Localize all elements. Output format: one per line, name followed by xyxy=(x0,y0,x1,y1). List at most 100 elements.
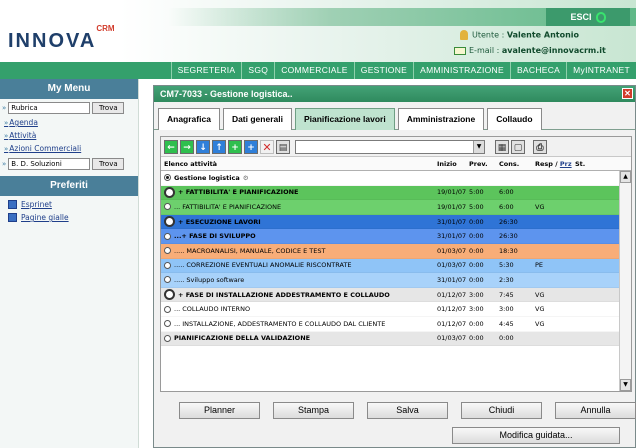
table-row[interactable]: ..... Sviluppo software 31/01/07 0:00 2:30 xyxy=(161,273,619,288)
table-row[interactable]: ... FATTIBILITA' E PIANIFICAZIONE 19/01/0… xyxy=(161,200,619,215)
row-inizio: 19/01/07 xyxy=(437,202,467,211)
radio-icon[interactable] xyxy=(164,247,171,255)
favorite-icon xyxy=(8,200,17,209)
radio-icon[interactable] xyxy=(164,232,171,240)
table-row[interactable]: ...+ FASE DI SVILUPPO 31/01/07 0:00 26:30 xyxy=(161,229,619,244)
tools-icon: ⚙ xyxy=(242,173,249,182)
delete-icon[interactable]: ✕ xyxy=(260,139,274,154)
sidebar-link-azioni-commerciali[interactable]: »Azioni Commerciali xyxy=(0,142,138,155)
nav-sgq[interactable]: SGQ xyxy=(241,62,274,79)
open-icon[interactable]: ▦ xyxy=(495,139,509,154)
radio-icon[interactable] xyxy=(164,276,171,284)
modifica-guidata-button[interactable]: Modifica guidata... xyxy=(452,427,620,444)
row-activity-name: ..... Sviluppo software xyxy=(174,275,245,284)
my-menu-title: My Menu xyxy=(0,79,138,99)
tab-amministrazione[interactable]: Amministrazione xyxy=(397,108,485,130)
table-row[interactable]: ..... CORREZIONE EVENTUALI ANOMALIE RISC… xyxy=(161,258,619,274)
nav-commerciale[interactable]: COMMERCIALE xyxy=(274,62,354,79)
tab-anagrafica[interactable]: Anagrafica xyxy=(158,108,220,130)
nav-amministrazione[interactable]: AMMINISTRAZIONE xyxy=(413,62,510,79)
row-cons: 6:00 xyxy=(499,202,514,211)
azienda-input[interactable] xyxy=(8,158,91,170)
row-inizio: 31/01/07 xyxy=(437,232,467,241)
row-cons: 6:00 xyxy=(499,188,514,197)
row-name: ..... CORREZIONE EVENTUALI ANOMALIE RISC… xyxy=(161,261,437,269)
sidebar-link-agenda[interactable]: »Agenda xyxy=(0,116,138,129)
radio-icon[interactable] xyxy=(164,305,171,313)
nav-segreteria[interactable]: SEGRETERIA xyxy=(170,62,242,79)
table-row[interactable]: + ESECUZIONE LAVORI 31/01/07 0:00 26:30 xyxy=(161,214,619,230)
pref-link-esprinet[interactable]: Esprinet xyxy=(0,196,138,209)
pref-link-pagine-gialle[interactable]: Pagine gialle xyxy=(0,209,138,222)
row-resp: PE xyxy=(535,261,544,270)
activity-filter-select[interactable]: ▼ xyxy=(295,139,485,154)
chevron-right-icon: » xyxy=(4,132,9,140)
radio-icon[interactable] xyxy=(164,174,171,182)
print-icon[interactable]: ⎙ xyxy=(533,139,547,154)
radio-icon[interactable] xyxy=(164,261,171,269)
table-row[interactable]: ... INSTALLAZIONE, ADDESTRAMENTO E COLLA… xyxy=(161,316,619,332)
scrollbar[interactable]: ▲ ▼ xyxy=(619,171,631,391)
salva-button[interactable]: Salva xyxy=(367,402,448,419)
row-inizio: 31/01/07 xyxy=(437,275,467,284)
nav-myintranet[interactable]: MyINTRANET xyxy=(566,62,636,79)
row-cons: 4:45 xyxy=(499,319,514,328)
radio-icon[interactable] xyxy=(164,320,171,328)
row-inizio: 01/12/07 xyxy=(437,319,467,328)
nav-bacheca[interactable]: BACHECA xyxy=(509,62,566,79)
annulla-button[interactable]: Annulla xyxy=(555,402,636,419)
chiudi-button[interactable]: Chiudi xyxy=(461,402,542,419)
email-address[interactable]: avalente@innovacrm.it xyxy=(502,46,606,55)
arrow-right-icon[interactable]: → xyxy=(180,139,194,154)
scroll-up-icon[interactable]: ▲ xyxy=(620,171,631,183)
header-elenco-attivita: Elenco attività xyxy=(164,159,218,168)
planner-button[interactable]: Planner xyxy=(179,402,260,419)
new-icon[interactable]: ▢ xyxy=(511,139,525,154)
row-prev: 0:00 xyxy=(469,319,484,328)
chevron-right-icon: » xyxy=(4,119,9,127)
header-prz-link[interactable]: Prz xyxy=(560,160,572,168)
radio-icon[interactable] xyxy=(164,334,171,342)
stampa-button[interactable]: Stampa xyxy=(273,402,354,419)
row-prev: 0:00 xyxy=(469,232,484,241)
header-st: St. xyxy=(575,159,586,168)
row-name: ..... MACROANALISI, MANUALE, CODICE E TE… xyxy=(161,247,437,255)
exit-button[interactable]: ESCI xyxy=(546,8,630,26)
add-icon[interactable]: + xyxy=(228,139,242,154)
table-row[interactable]: PIANIFICAZIONE DELLA VALIDAZIONE 01/03/07… xyxy=(161,331,619,347)
bottom-buttons: Planner Stampa Salva Chiudi Annulla xyxy=(179,402,636,419)
table-row[interactable]: + FATTIBILITA' E PIANIFICAZIONE 19/01/07 5… xyxy=(161,185,619,201)
tab-collaudo[interactable]: Collaudo xyxy=(487,108,542,130)
print-preview-icon[interactable]: ▤ xyxy=(276,139,290,154)
rubrica-input[interactable] xyxy=(8,102,91,114)
row-activity-name: + FASE DI INSTALLAZIONE ADDESTRAMENTO E … xyxy=(178,290,390,299)
close-icon[interactable]: ✕ xyxy=(622,88,633,99)
arrow-up-icon[interactable]: ↑ xyxy=(212,139,226,154)
pref-label: Pagine gialle xyxy=(21,213,69,222)
radio-icon[interactable] xyxy=(164,203,171,211)
azienda-trova-button[interactable]: Trova xyxy=(92,158,125,170)
nav-gestione[interactable]: GESTIONE xyxy=(353,62,413,79)
add-sub-icon[interactable]: + xyxy=(244,139,258,154)
table-row[interactable]: ... COLLAUDO INTERNO 01/12/07 3:00 3:00 VG xyxy=(161,302,619,317)
table-row[interactable]: ..... MACROANALISI, MANUALE, CODICE E TE… xyxy=(161,243,619,259)
top-nav: SEGRETERIA SGQ COMMERCIALE GESTIONE AMMI… xyxy=(0,62,636,79)
rubrica-trova-button[interactable]: Trova xyxy=(92,102,125,114)
tab-pianificazione-lavori[interactable]: Pianificazione lavori xyxy=(294,108,395,130)
row-activity-name: ...+ FASE DI SVILUPPO xyxy=(174,232,256,241)
arrow-down-icon[interactable]: ↓ xyxy=(196,139,210,154)
row-cons: 7:45 xyxy=(499,290,514,299)
header-cons: Cons. xyxy=(499,159,520,168)
row-activity-name: PIANIFICAZIONE DELLA VALIDAZIONE xyxy=(174,334,311,343)
scroll-down-icon[interactable]: ▼ xyxy=(620,379,631,391)
radio-icon[interactable] xyxy=(164,186,175,198)
radio-icon[interactable] xyxy=(164,216,175,228)
table-row-root[interactable]: Gestione logistica ⚙ xyxy=(161,171,619,186)
table-row[interactable]: + FASE DI INSTALLAZIONE ADDESTRAMENTO E … xyxy=(161,287,619,303)
sidebar-link-attivita[interactable]: »Attività xyxy=(0,129,138,142)
radio-icon[interactable] xyxy=(164,289,175,301)
sidebar-link-label: Azioni Commerciali xyxy=(9,144,82,153)
tab-dati-generali[interactable]: Dati generali xyxy=(222,108,292,130)
arrow-left-icon[interactable]: ← xyxy=(164,139,178,154)
main-window: CM7-7033 - Gestione logistica.. ✕ Anagra… xyxy=(153,85,636,448)
